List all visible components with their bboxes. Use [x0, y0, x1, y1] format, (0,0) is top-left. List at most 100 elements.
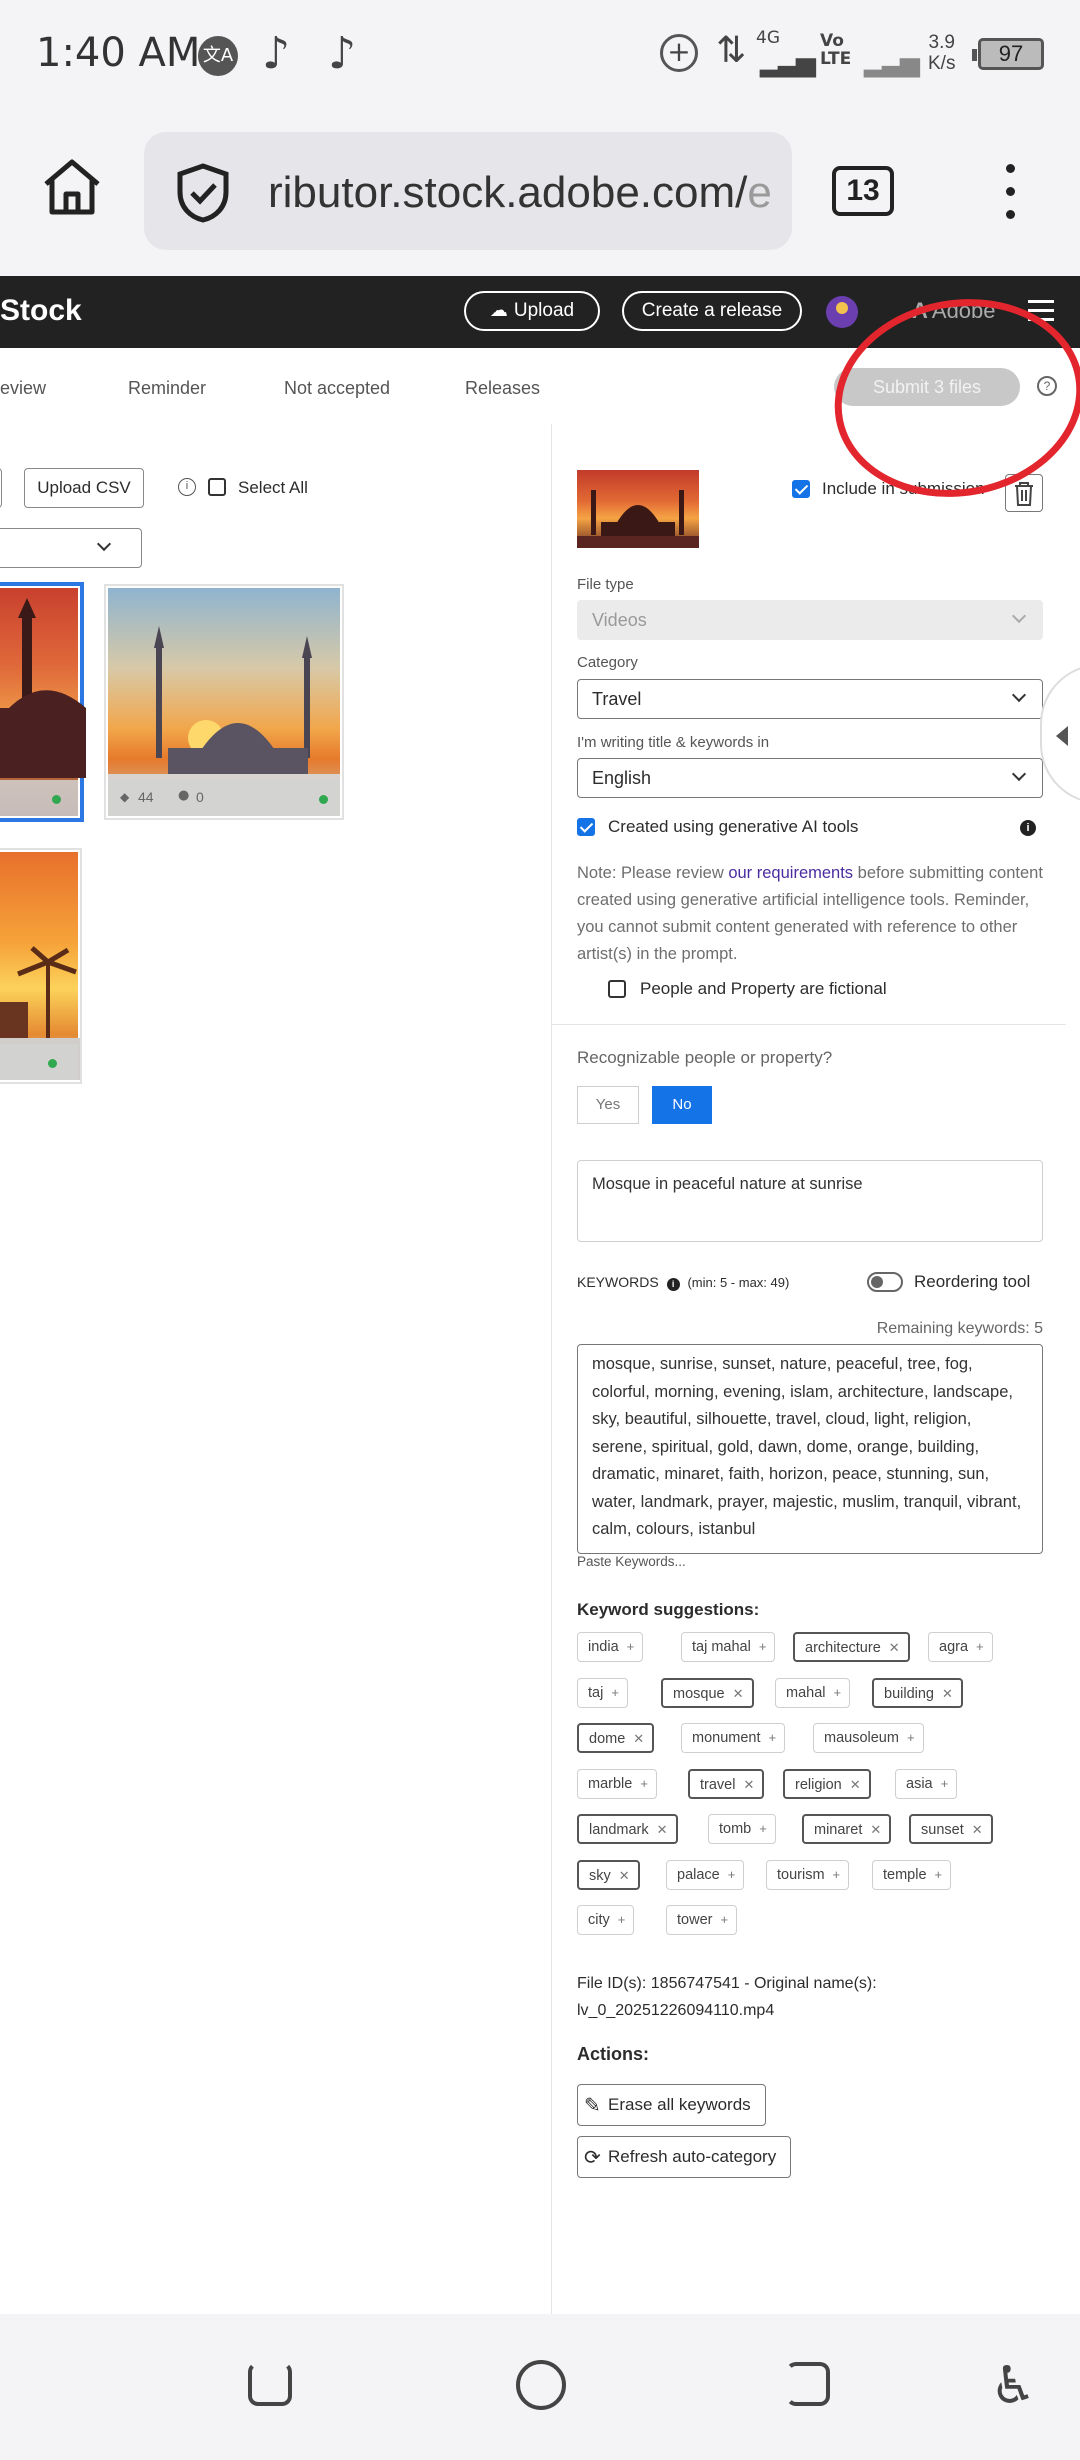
add-icon[interactable]: + [834, 1685, 842, 1700]
tab-review[interactable]: eview [0, 378, 46, 399]
keyword-chip[interactable]: mosque ✕ [661, 1677, 754, 1708]
keyword-chip[interactable]: dome ✕ [577, 1723, 655, 1753]
file-thumbnail[interactable] [0, 582, 86, 822]
info-icon[interactable]: i [178, 478, 196, 496]
keyword-chip[interactable]: agra + [928, 1632, 993, 1662]
back-icon[interactable] [248, 2362, 292, 2406]
keyword-chip[interactable]: palace + [666, 1859, 745, 1890]
people-icon: ● [178, 788, 190, 803]
remove-icon[interactable]: ✕ [733, 1686, 744, 1701]
file-thumbnail[interactable] [0, 848, 82, 1084]
recent-apps-icon[interactable] [786, 2362, 830, 2406]
more-menu-icon[interactable] [1000, 164, 1020, 224]
add-icon[interactable]: + [941, 1776, 949, 1791]
keyword-chip[interactable]: taj mahal + [681, 1632, 776, 1662]
paste-keywords-link[interactable]: Paste Keywords... [577, 1554, 686, 1569]
create-release-button[interactable]: Create a release [622, 291, 802, 331]
keyword-chip[interactable]: india + [577, 1632, 644, 1662]
keyword-chip[interactable]: marble + [577, 1768, 657, 1799]
keyword-chip[interactable]: mausoleum + [813, 1723, 924, 1753]
add-icon[interactable]: + [759, 1821, 767, 1836]
avatar[interactable] [826, 296, 858, 328]
add-icon[interactable]: + [618, 1912, 626, 1927]
remove-icon[interactable]: ✕ [850, 1777, 861, 1792]
refresh-category-button[interactable]: ⟳ Refresh auto-category [577, 2136, 792, 2178]
keyword-chip[interactable]: monument + [681, 1723, 786, 1753]
tab-reminder[interactable]: Reminder [128, 378, 206, 399]
add-icon[interactable]: + [907, 1730, 915, 1745]
chevron-down-icon [1011, 687, 1027, 703]
add-icon[interactable]: + [976, 1639, 984, 1654]
accessibility-icon[interactable]: ♿ [990, 2356, 1037, 2416]
keyword-chip[interactable]: tourism + [766, 1859, 850, 1890]
remove-icon[interactable]: ✕ [619, 1868, 630, 1883]
tab-releases[interactable]: Releases [465, 378, 540, 399]
browser-toolbar: ributor.stock.adobe.com/e 13 [0, 110, 1080, 276]
remove-icon[interactable]: ✕ [743, 1777, 754, 1792]
keywords-input[interactable]: mosque, sunrise, sunset, nature, peacefu… [577, 1344, 1043, 1554]
info-icon[interactable]: i [1020, 820, 1036, 836]
remove-icon[interactable]: ✕ [972, 1822, 983, 1837]
keyword-chip[interactable]: mahal + [775, 1677, 851, 1708]
home-button-icon[interactable] [516, 2360, 566, 2410]
language-select[interactable]: English [577, 758, 1043, 798]
add-icon[interactable]: + [833, 1867, 841, 1882]
keyword-chip[interactable]: religion ✕ [783, 1768, 871, 1799]
keyword-chip[interactable]: tomb + [708, 1814, 776, 1844]
url-text[interactable]: ributor.stock.adobe.com/e [268, 168, 772, 218]
brand-title[interactable]: Stock [0, 294, 82, 328]
keyword-chip[interactable]: sunset ✕ [909, 1814, 993, 1844]
title-input[interactable]: Mosque in peaceful nature at sunrise [577, 1160, 1043, 1242]
keyword-chip[interactable]: architecture ✕ [793, 1632, 910, 1662]
select-all-label[interactable]: Select All [238, 478, 308, 498]
reordering-tool-label[interactable]: Reordering tool [914, 1272, 1030, 1292]
file-thumbnail[interactable]: ◆ 44 ● 0 [104, 584, 344, 820]
reordering-tool-toggle[interactable] [867, 1272, 903, 1292]
generative-ai-label[interactable]: Created using generative AI tools [608, 817, 858, 837]
include-in-submission-checkbox[interactable] [792, 480, 810, 498]
keyword-chip[interactable]: landmark ✕ [577, 1814, 678, 1844]
keyword-chip[interactable]: sky ✕ [577, 1859, 640, 1890]
add-icon[interactable]: + [611, 1685, 619, 1700]
remove-icon[interactable]: ✕ [889, 1640, 900, 1655]
generative-ai-checkbox[interactable] [577, 818, 595, 836]
add-icon[interactable]: + [935, 1867, 943, 1882]
remove-icon[interactable]: ✕ [633, 1731, 644, 1746]
fictional-checkbox[interactable] [608, 980, 626, 998]
add-icon[interactable]: + [759, 1639, 767, 1654]
add-icon[interactable]: + [769, 1730, 777, 1745]
keyword-chip[interactable]: city + [577, 1905, 635, 1935]
keyword-chip[interactable]: temple + [872, 1859, 952, 1890]
keyword-chip[interactable]: building ✕ [872, 1677, 963, 1708]
add-icon[interactable]: + [720, 1912, 728, 1927]
remove-icon[interactable]: ✕ [657, 1822, 668, 1837]
upload-button[interactable]: ☁ Upload [464, 291, 600, 331]
fictional-label[interactable]: People and Property are fictional [640, 979, 887, 999]
recognizable-no-button[interactable]: No [652, 1086, 712, 1124]
remove-icon[interactable]: ✕ [942, 1686, 953, 1701]
remove-icon[interactable]: ✕ [870, 1822, 881, 1837]
keyword-chip[interactable]: tower + [666, 1905, 738, 1935]
add-icon[interactable]: + [728, 1867, 736, 1882]
requirements-link[interactable]: our requirements [728, 864, 853, 882]
toolbar-button[interactable] [0, 468, 2, 508]
upload-csv-button[interactable]: Upload CSV [24, 468, 144, 508]
info-icon[interactable]: i [666, 1278, 680, 1291]
recognizable-yes-button[interactable]: Yes [577, 1086, 639, 1124]
add-icon[interactable]: + [640, 1776, 648, 1791]
keyword-chip[interactable]: asia + [895, 1768, 958, 1799]
keyword-chip[interactable]: travel ✕ [688, 1768, 765, 1799]
category-select[interactable]: Travel [577, 679, 1043, 719]
sort-dropdown[interactable] [0, 528, 142, 568]
keyword-chip[interactable]: taj + [577, 1677, 628, 1708]
address-bar[interactable]: ributor.stock.adobe.com/e [144, 132, 792, 250]
tab-not-accepted[interactable]: Not accepted [284, 378, 390, 399]
tab-switcher-button[interactable]: 13 [832, 166, 894, 216]
shield-check-icon[interactable] [174, 162, 232, 229]
select-all-checkbox[interactable] [208, 478, 226, 496]
net-type: 4G [756, 28, 780, 48]
add-icon[interactable]: + [627, 1639, 635, 1654]
home-icon[interactable] [40, 154, 104, 234]
keyword-chip[interactable]: minaret ✕ [802, 1814, 892, 1844]
erase-keywords-button[interactable]: ✎ Erase all keywords [577, 2084, 766, 2126]
